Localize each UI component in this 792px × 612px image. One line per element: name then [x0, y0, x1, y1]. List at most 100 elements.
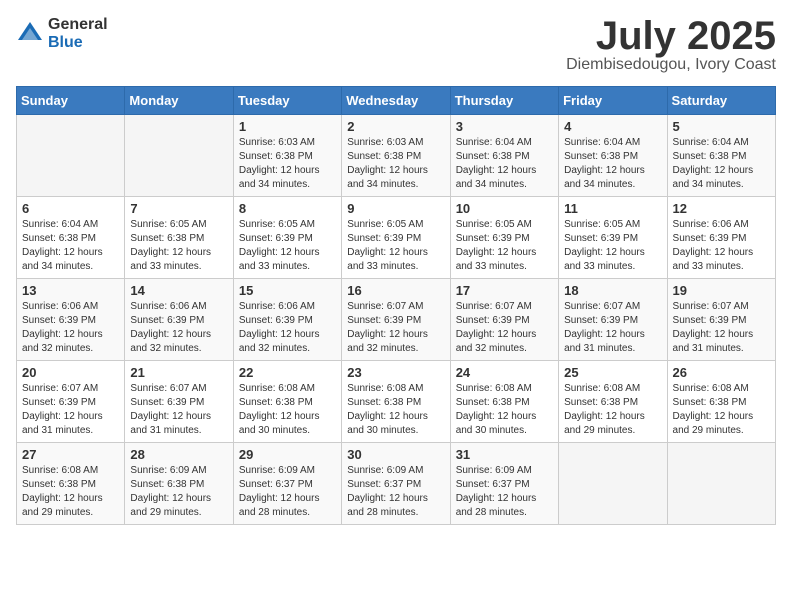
day-info: Sunrise: 6:04 AM Sunset: 6:38 PM Dayligh… [564, 136, 661, 192]
day-info: Sunrise: 6:07 AM Sunset: 6:39 PM Dayligh… [564, 300, 661, 356]
day-header-monday: Monday [125, 87, 233, 115]
day-info: Sunrise: 6:05 AM Sunset: 6:39 PM Dayligh… [347, 218, 444, 274]
calendar-cell: 14 Sunrise: 6:06 AM Sunset: 6:39 PM Dayli… [125, 279, 233, 361]
day-info: Sunrise: 6:09 AM Sunset: 6:37 PM Dayligh… [239, 464, 336, 520]
day-number: 20 [22, 365, 119, 380]
day-info: Sunrise: 6:09 AM Sunset: 6:38 PM Dayligh… [130, 464, 227, 520]
calendar-cell: 19Sunrise: 6:07 AM Sunset: 6:39 PM Dayli… [667, 279, 775, 361]
day-info: Sunrise: 6:08 AM Sunset: 6:38 PM Dayligh… [347, 382, 444, 438]
day-info: Sunrise: 6:03 AM Sunset: 6:38 PM Dayligh… [239, 136, 336, 192]
calendar-week-row: 6Sunrise: 6:04 AM Sunset: 6:38 PM Daylig… [17, 197, 776, 279]
day-number: 1 [239, 119, 336, 134]
calendar-cell: 10 Sunrise: 6:05 AM Sunset: 6:39 PM Dayli… [450, 197, 558, 279]
day-number: 12 [673, 201, 770, 216]
day-number: 26 [673, 365, 770, 380]
logo-text: General Blue [48, 16, 108, 51]
day-info: Sunrise: 6:04 AM Sunset: 6:38 PM Dayligh… [456, 136, 553, 192]
day-header-saturday: Saturday [667, 87, 775, 115]
calendar-week-row: 27Sunrise: 6:08 AM Sunset: 6:38 PM Dayli… [17, 443, 776, 525]
calendar-cell: 17Sunrise: 6:07 AM Sunset: 6:39 PM Dayli… [450, 279, 558, 361]
calendar-cell: 4 Sunrise: 6:04 AM Sunset: 6:38 PM Daylig… [559, 115, 667, 197]
day-info: Sunrise: 6:05 AM Sunset: 6:39 PM Dayligh… [456, 218, 553, 274]
calendar-cell: 30 Sunrise: 6:09 AM Sunset: 6:37 PM Dayli… [342, 443, 450, 525]
calendar-cell: 16Sunrise: 6:07 AM Sunset: 6:39 PM Dayli… [342, 279, 450, 361]
day-info: Sunrise: 6:06 AM Sunset: 6:39 PM Dayligh… [130, 300, 227, 356]
day-info: Sunrise: 6:09 AM Sunset: 6:37 PM Dayligh… [456, 464, 553, 520]
calendar-cell: 3 Sunrise: 6:04 AM Sunset: 6:38 PM Daylig… [450, 115, 558, 197]
day-info: Sunrise: 6:06 AM Sunset: 6:39 PM Dayligh… [673, 218, 770, 274]
calendar-header-row: SundayMondayTuesdayWednesdayThursdayFrid… [17, 87, 776, 115]
day-number: 14 [130, 283, 227, 298]
day-info: Sunrise: 6:09 AM Sunset: 6:37 PM Dayligh… [347, 464, 444, 520]
calendar-table: SundayMondayTuesdayWednesdayThursdayFrid… [16, 86, 776, 525]
day-header-sunday: Sunday [17, 87, 125, 115]
day-number: 10 [456, 201, 553, 216]
day-number: 24 [456, 365, 553, 380]
calendar-cell: 29 Sunrise: 6:09 AM Sunset: 6:37 PM Dayli… [233, 443, 341, 525]
logo-blue: Blue [48, 34, 108, 52]
day-info: Sunrise: 6:07 AM Sunset: 6:39 PM Dayligh… [130, 382, 227, 438]
day-info: Sunrise: 6:04 AM Sunset: 6:38 PM Dayligh… [673, 136, 770, 192]
day-info: Sunrise: 6:03 AM Sunset: 6:38 PM Dayligh… [347, 136, 444, 192]
month-title: July 2025 [566, 16, 776, 56]
day-header-tuesday: Tuesday [233, 87, 341, 115]
title-block: July 2025 Diembisedougou, Ivory Coast [566, 16, 776, 74]
calendar-cell: 15 Sunrise: 6:06 AM Sunset: 6:39 PM Dayli… [233, 279, 341, 361]
calendar-cell: 6Sunrise: 6:04 AM Sunset: 6:38 PM Daylig… [17, 197, 125, 279]
calendar-cell: 7 Sunrise: 6:05 AM Sunset: 6:38 PM Daylig… [125, 197, 233, 279]
day-info: Sunrise: 6:07 AM Sunset: 6:39 PM Dayligh… [456, 300, 553, 356]
page-header: General Blue July 2025 Diembisedougou, I… [16, 16, 776, 74]
calendar-cell [17, 115, 125, 197]
calendar-cell [667, 443, 775, 525]
logo: General Blue [16, 16, 108, 51]
day-header-wednesday: Wednesday [342, 87, 450, 115]
calendar-cell: 24 Sunrise: 6:08 AM Sunset: 6:38 PM Dayli… [450, 361, 558, 443]
logo-general: General [48, 16, 108, 34]
day-number: 21 [130, 365, 227, 380]
day-number: 31 [456, 447, 553, 462]
day-info: Sunrise: 6:08 AM Sunset: 6:38 PM Dayligh… [456, 382, 553, 438]
calendar-cell: 11Sunrise: 6:05 AM Sunset: 6:39 PM Dayli… [559, 197, 667, 279]
calendar-cell: 25 Sunrise: 6:08 AM Sunset: 6:38 PM Dayli… [559, 361, 667, 443]
day-number: 25 [564, 365, 661, 380]
day-info: Sunrise: 6:08 AM Sunset: 6:38 PM Dayligh… [564, 382, 661, 438]
day-info: Sunrise: 6:08 AM Sunset: 6:38 PM Dayligh… [239, 382, 336, 438]
day-info: Sunrise: 6:05 AM Sunset: 6:39 PM Dayligh… [239, 218, 336, 274]
calendar-cell: 18Sunrise: 6:07 AM Sunset: 6:39 PM Dayli… [559, 279, 667, 361]
day-number: 28 [130, 447, 227, 462]
day-number: 13 [22, 283, 119, 298]
calendar-cell: 23 Sunrise: 6:08 AM Sunset: 6:38 PM Dayli… [342, 361, 450, 443]
day-info: Sunrise: 6:05 AM Sunset: 6:38 PM Dayligh… [130, 218, 227, 274]
day-info: Sunrise: 6:06 AM Sunset: 6:39 PM Dayligh… [239, 300, 336, 356]
calendar-week-row: 13 Sunrise: 6:06 AM Sunset: 6:39 PM Dayli… [17, 279, 776, 361]
day-number: 9 [347, 201, 444, 216]
day-info: Sunrise: 6:08 AM Sunset: 6:38 PM Dayligh… [673, 382, 770, 438]
day-number: 23 [347, 365, 444, 380]
day-header-friday: Friday [559, 87, 667, 115]
calendar-cell: 22 Sunrise: 6:08 AM Sunset: 6:38 PM Dayli… [233, 361, 341, 443]
day-number: 15 [239, 283, 336, 298]
day-number: 11 [564, 201, 661, 216]
calendar-cell: 9 Sunrise: 6:05 AM Sunset: 6:39 PM Daylig… [342, 197, 450, 279]
day-number: 30 [347, 447, 444, 462]
day-number: 8 [239, 201, 336, 216]
calendar-cell: 20Sunrise: 6:07 AM Sunset: 6:39 PM Dayli… [17, 361, 125, 443]
calendar-week-row: 1 Sunrise: 6:03 AM Sunset: 6:38 PM Daylig… [17, 115, 776, 197]
calendar-cell: 28 Sunrise: 6:09 AM Sunset: 6:38 PM Dayli… [125, 443, 233, 525]
day-number: 6 [22, 201, 119, 216]
day-number: 16 [347, 283, 444, 298]
day-info: Sunrise: 6:08 AM Sunset: 6:38 PM Dayligh… [22, 464, 119, 520]
day-number: 5 [673, 119, 770, 134]
day-info: Sunrise: 6:06 AM Sunset: 6:39 PM Dayligh… [22, 300, 119, 356]
day-number: 29 [239, 447, 336, 462]
calendar-cell: 1 Sunrise: 6:03 AM Sunset: 6:38 PM Daylig… [233, 115, 341, 197]
day-number: 22 [239, 365, 336, 380]
day-number: 7 [130, 201, 227, 216]
calendar-cell: 2Sunrise: 6:03 AM Sunset: 6:38 PM Daylig… [342, 115, 450, 197]
calendar-cell: 5 Sunrise: 6:04 AM Sunset: 6:38 PM Daylig… [667, 115, 775, 197]
calendar-cell: 21 Sunrise: 6:07 AM Sunset: 6:39 PM Dayli… [125, 361, 233, 443]
calendar-cell: 8 Sunrise: 6:05 AM Sunset: 6:39 PM Daylig… [233, 197, 341, 279]
day-number: 3 [456, 119, 553, 134]
day-info: Sunrise: 6:07 AM Sunset: 6:39 PM Dayligh… [673, 300, 770, 356]
day-number: 4 [564, 119, 661, 134]
